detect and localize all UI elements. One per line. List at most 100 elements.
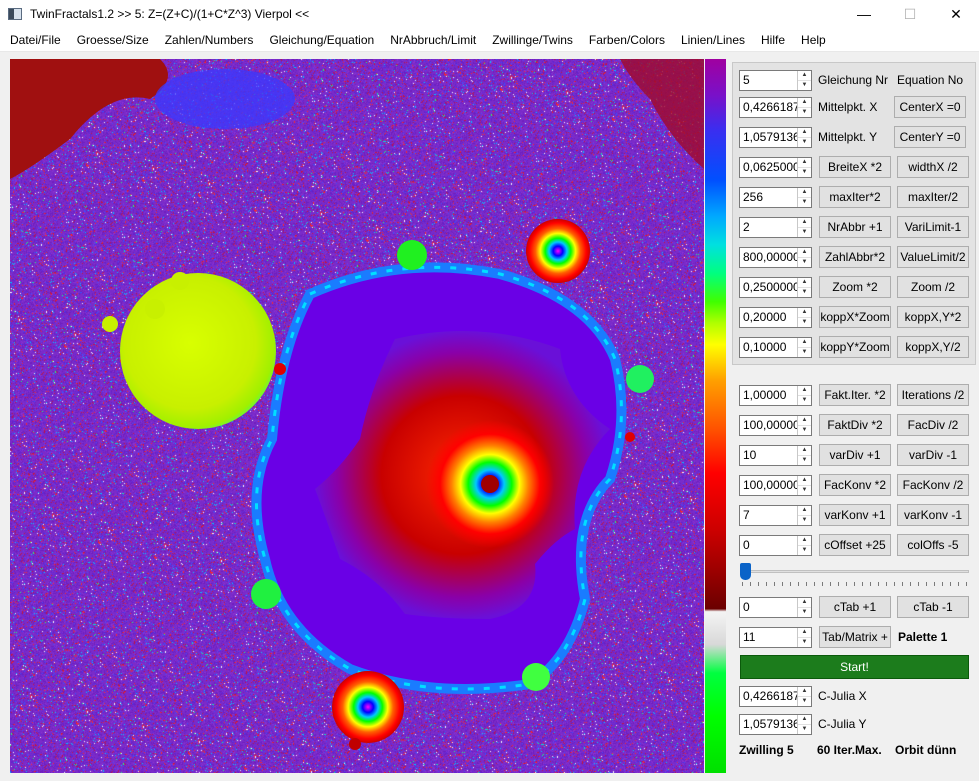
color-offset-spinbox[interactable]: 0 ▲ ▼ <box>739 534 812 556</box>
spin-up-icon[interactable]: ▲ <box>798 386 811 395</box>
spin-down-icon[interactable]: ▼ <box>798 256 811 267</box>
spin-down-icon[interactable]: ▼ <box>798 136 811 147</box>
zoom-half-button[interactable]: Zoom /2 <box>897 276 969 298</box>
kopp-y-spinbox[interactable]: 0,10000 ▲ ▼ <box>739 336 812 358</box>
menu-farben[interactable]: Farben/Colors <box>581 33 673 47</box>
zahl-abbr-spinbox[interactable]: 800,000000 ▲▼ <box>739 246 812 268</box>
slider-track[interactable] <box>740 570 969 573</box>
spin-arrows[interactable]: ▲ ▼ <box>797 597 811 617</box>
spin-up-icon[interactable]: ▲ <box>798 308 811 317</box>
spin-arrows[interactable]: ▲ ▼ <box>797 475 811 495</box>
spin-down-icon[interactable]: ▼ <box>798 454 811 465</box>
spin-arrows[interactable]: ▲ ▼ <box>797 627 811 647</box>
spin-arrows[interactable]: ▲ ▼ <box>797 445 811 465</box>
menu-groesse[interactable]: Groesse/Size <box>69 33 157 47</box>
spin-down-icon[interactable]: ▼ <box>798 346 811 357</box>
center-y-spinbox[interactable]: 1,05791366 ▲▼ <box>739 126 812 148</box>
fakt-div-spinbox[interactable]: 100,000000 ▲▼ <box>739 414 812 436</box>
var-div-plus-button[interactable]: varDiv +1 <box>819 444 891 466</box>
spin-down-icon[interactable]: ▼ <box>798 226 811 237</box>
palette-spinbox[interactable]: 11 ▲ ▼ <box>739 626 812 648</box>
fakt-div-double-button[interactable]: FaktDiv *2 <box>819 414 891 436</box>
menu-datei[interactable]: Datei/File <box>2 33 69 47</box>
color-offset-minus-button[interactable]: colOffs -5 <box>897 534 969 556</box>
spin-up-icon[interactable]: ▲ <box>798 188 811 197</box>
ctab-minus-button[interactable]: cTab -1 <box>897 596 969 618</box>
spin-up-icon[interactable]: ▲ <box>798 248 811 257</box>
spin-up-icon[interactable]: ▲ <box>798 506 811 515</box>
spin-arrows[interactable]: ▲ ▼ <box>797 157 811 177</box>
minimize-button[interactable]: — <box>841 0 887 28</box>
ctab-spinbox[interactable]: 0 ▲ ▼ <box>739 596 812 618</box>
spin-arrows[interactable]: ▲ ▼ <box>797 247 811 267</box>
width-half-button[interactable]: widthX /2 <box>897 156 969 178</box>
fractal-canvas[interactable] <box>10 59 704 773</box>
fakt-iter-double-button[interactable]: Fakt.Iter. *2 <box>819 384 891 406</box>
kopp-xy-double-button[interactable]: koppX,Y*2 <box>897 306 969 328</box>
spin-down-icon[interactable]: ▼ <box>798 636 811 647</box>
fac-konv-double-button[interactable]: FacKonv *2 <box>819 474 891 496</box>
var-div-minus-button[interactable]: varDiv -1 <box>897 444 969 466</box>
spin-up-icon[interactable]: ▲ <box>798 715 811 724</box>
color-slider[interactable] <box>740 561 969 587</box>
nr-abbr-spinbox[interactable]: 2 ▲ ▼ <box>739 216 812 238</box>
vari-limit-minus-button[interactable]: VariLimit-1 <box>897 216 969 238</box>
spin-down-icon[interactable]: ▼ <box>798 394 811 405</box>
spin-up-icon[interactable]: ▲ <box>798 598 811 607</box>
spin-up-icon[interactable]: ▲ <box>798 536 811 545</box>
maximize-button[interactable]: ☐ <box>887 0 933 28</box>
menu-zahlen[interactable]: Zahlen/Numbers <box>157 33 262 47</box>
ctab-plus-button[interactable]: cTab +1 <box>819 596 891 618</box>
kopp-x-zoom-button[interactable]: koppX*Zoom <box>819 306 891 328</box>
spin-down-icon[interactable]: ▼ <box>798 316 811 327</box>
menu-zwillinge[interactable]: Zwillinge/Twins <box>484 33 581 47</box>
center-x-zero-button[interactable]: CenterX =0 <box>894 96 966 118</box>
spin-up-icon[interactable]: ▲ <box>798 416 811 425</box>
spin-down-icon[interactable]: ▼ <box>798 286 811 297</box>
spin-up-icon[interactable]: ▲ <box>798 628 811 637</box>
spin-down-icon[interactable]: ▼ <box>798 695 811 706</box>
spin-arrows[interactable]: ▲ ▼ <box>797 307 811 327</box>
center-y-zero-button[interactable]: CenterY =0 <box>894 126 966 148</box>
spin-arrows[interactable]: ▲ ▼ <box>797 127 811 147</box>
spin-up-icon[interactable]: ▲ <box>798 278 811 287</box>
equation-spinbox[interactable]: 5 ▲ ▼ <box>739 69 812 91</box>
spin-arrows[interactable]: ▲ ▼ <box>797 187 811 207</box>
var-konv-spinbox[interactable]: 7 ▲ ▼ <box>739 504 812 526</box>
spin-down-icon[interactable]: ▼ <box>798 514 811 525</box>
width-double-button[interactable]: BreiteX *2 <box>819 156 891 178</box>
width-spinbox[interactable]: 0,06250000 ▲▼ <box>739 156 812 178</box>
value-limit-half-button[interactable]: ValueLimit/2 <box>897 246 969 268</box>
max-iter-spinbox[interactable]: 256 ▲ ▼ <box>739 186 812 208</box>
kopp-x-spinbox[interactable]: 0,20000 ▲ ▼ <box>739 306 812 328</box>
slider-thumb[interactable] <box>740 563 751 580</box>
fac-div-half-button[interactable]: FacDiv /2 <box>897 414 969 436</box>
spin-arrows[interactable]: ▲ ▼ <box>797 686 811 706</box>
spin-arrows[interactable]: ▲ ▼ <box>797 70 811 90</box>
var-div-spinbox[interactable]: 10 ▲ ▼ <box>739 444 812 466</box>
spin-down-icon[interactable]: ▼ <box>798 79 811 90</box>
spin-up-icon[interactable]: ▲ <box>798 128 811 137</box>
spin-down-icon[interactable]: ▼ <box>798 723 811 734</box>
center-x-spinbox[interactable]: 0,42661870 ▲▼ <box>739 96 812 118</box>
nr-abbr-plus-button[interactable]: NrAbbr +1 <box>819 216 891 238</box>
spin-arrows[interactable]: ▲ ▼ <box>797 385 811 405</box>
spin-down-icon[interactable]: ▼ <box>798 484 811 495</box>
menu-help[interactable]: Help <box>793 33 834 47</box>
menu-gleichung[interactable]: Gleichung/Equation <box>261 33 382 47</box>
spin-arrows[interactable]: ▲ ▼ <box>797 97 811 117</box>
spin-down-icon[interactable]: ▼ <box>798 424 811 435</box>
spin-arrows[interactable]: ▲ ▼ <box>797 217 811 237</box>
color-offset-plus-button[interactable]: cOffset +25 <box>819 534 891 556</box>
tab-matrix-button[interactable]: Tab/Matrix + <box>819 626 891 648</box>
menu-nrabbruch[interactable]: NrAbbruch/Limit <box>382 33 484 47</box>
menu-hilfe[interactable]: Hilfe <box>753 33 793 47</box>
julia-y-spinbox[interactable]: 1,05791366 ▲▼ <box>739 713 812 735</box>
spin-down-icon[interactable]: ▼ <box>798 106 811 117</box>
spin-up-icon[interactable]: ▲ <box>798 446 811 455</box>
max-iter-half-button[interactable]: maxIter/2 <box>897 186 969 208</box>
spin-arrows[interactable]: ▲ ▼ <box>797 415 811 435</box>
menu-linien[interactable]: Linien/Lines <box>673 33 753 47</box>
start-button[interactable]: Start! <box>740 655 969 679</box>
close-button[interactable]: ✕ <box>933 0 979 28</box>
